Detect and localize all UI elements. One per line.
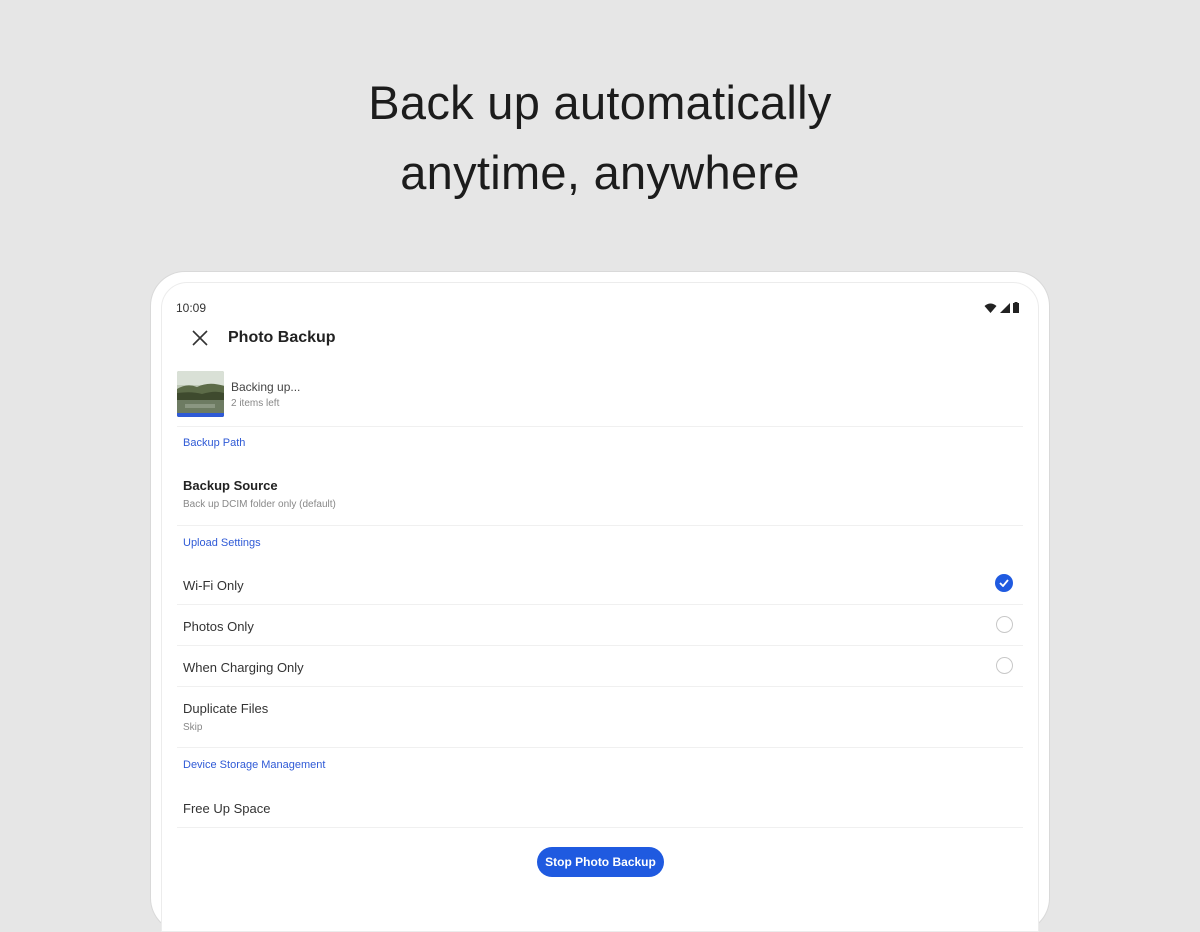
divider [177, 827, 1023, 828]
duplicate-files-title: Duplicate Files [183, 701, 269, 716]
battery-icon [1013, 302, 1019, 313]
close-button[interactable] [187, 325, 213, 351]
backup-source-title: Backup Source [183, 478, 278, 493]
section-backup-path: Backup Path [183, 437, 246, 449]
backup-source-value: Back up DCIM folder only (default) [183, 499, 336, 510]
items-left-count: 2 items left [231, 398, 280, 409]
app-screen: 10:09 Photo Backup Backing up... 2 items… [161, 282, 1039, 932]
close-icon [192, 330, 208, 346]
duplicate-files-row[interactable] [177, 687, 1023, 745]
backup-source-row[interactable] [177, 467, 1023, 519]
headline-line-1: Back up automatically [368, 76, 832, 129]
divider [177, 747, 1023, 748]
when-charging-only-label: When Charging Only [183, 660, 304, 675]
when-charging-only-checkbox[interactable] [996, 657, 1013, 674]
wifi-only-row[interactable] [177, 564, 1023, 604]
wifi-only-checkbox[interactable] [995, 574, 1013, 592]
divider [177, 525, 1023, 526]
headline: Back up automatically anytime, anywhere [0, 68, 1200, 208]
divider [177, 426, 1023, 427]
photos-only-row[interactable] [177, 605, 1023, 645]
free-up-space-label: Free Up Space [183, 801, 271, 816]
photos-only-checkbox[interactable] [996, 616, 1013, 633]
wifi-only-label: Wi-Fi Only [183, 578, 244, 593]
stop-photo-backup-button[interactable]: Stop Photo Backup [537, 847, 664, 877]
duplicate-files-value: Skip [183, 722, 203, 733]
app-title: Photo Backup [228, 329, 336, 346]
checkmark-icon [999, 579, 1009, 587]
tablet-frame: 10:09 Photo Backup Backing up... 2 items… [151, 272, 1049, 932]
backing-up-status: Backing up... [231, 380, 301, 394]
cell-signal-icon [1000, 302, 1010, 313]
status-time: 10:09 [176, 301, 207, 315]
section-upload-settings: Upload Settings [183, 537, 261, 549]
free-up-space-row[interactable] [177, 785, 1023, 827]
photos-only-label: Photos Only [183, 619, 254, 634]
backup-thumbnail [177, 371, 224, 417]
status-icons [984, 302, 1019, 313]
section-device-storage: Device Storage Management [183, 759, 326, 771]
wifi-icon [984, 303, 997, 313]
headline-line-2: anytime, anywhere [400, 146, 800, 199]
